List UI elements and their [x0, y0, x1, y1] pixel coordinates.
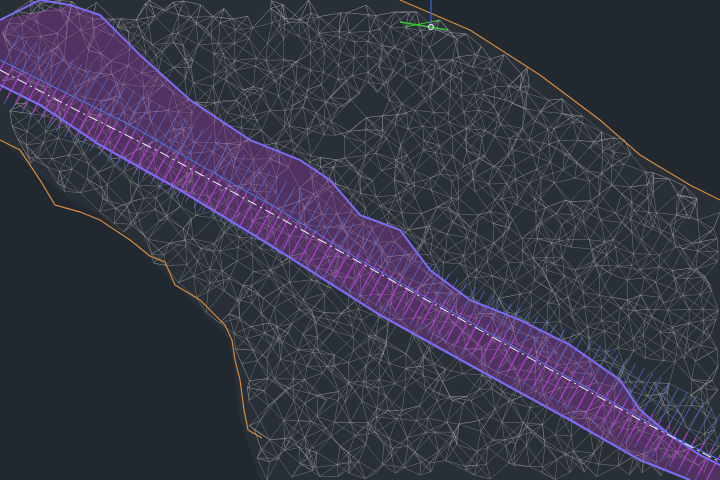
model-space-canvas[interactable]	[0, 0, 720, 480]
drawing-viewport[interactable]	[0, 0, 720, 480]
